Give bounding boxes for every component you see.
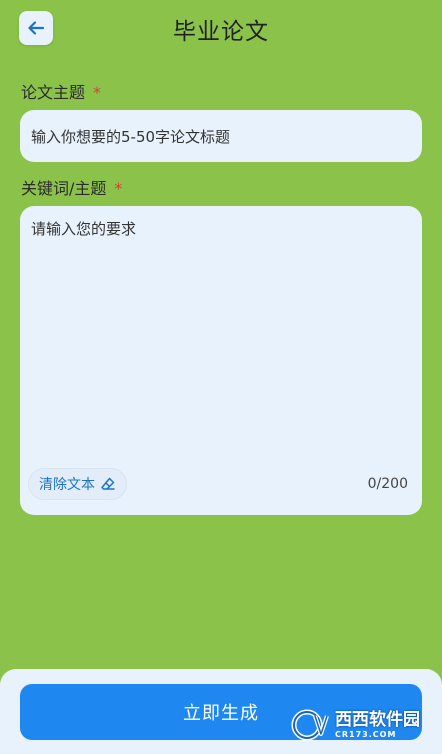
clear-text-button[interactable]: 清除文本 [28,468,127,500]
topic-input[interactable]: 输入你想要的5-50字论文标题 [20,110,422,162]
watermark-logo-icon [291,707,333,743]
topic-input-placeholder: 输入你想要的5-50字论文标题 [31,127,231,146]
watermark: 西西软件园 CR173.COM [291,705,420,745]
topic-label: 论文主题 * [21,79,101,103]
header-bar: 毕业论文 [0,0,442,56]
watermark-main-text: 西西软件园 [335,709,420,730]
topic-required-mark: * [93,83,102,102]
watermark-sub-text: CR173.COM [335,729,397,739]
topic-label-text: 论文主题 [21,83,86,102]
page-title: 毕业论文 [173,19,269,45]
character-counter: 0/200 [367,476,408,492]
eraser-icon [101,477,115,490]
watermark-text: 西西软件园 CR173.COM [335,709,420,739]
clear-text-label: 清除文本 [39,477,95,493]
keywords-required-mark: * [114,179,123,198]
keywords-label: 关键词/主题 * [21,175,122,199]
keywords-placeholder: 请输入您的要求 [31,220,137,238]
keywords-textarea[interactable]: 请输入您的要求 清除文本 0/200 [20,206,422,515]
keywords-label-text: 关键词/主题 [21,179,107,198]
generate-button-label: 立即生成 [183,703,259,724]
